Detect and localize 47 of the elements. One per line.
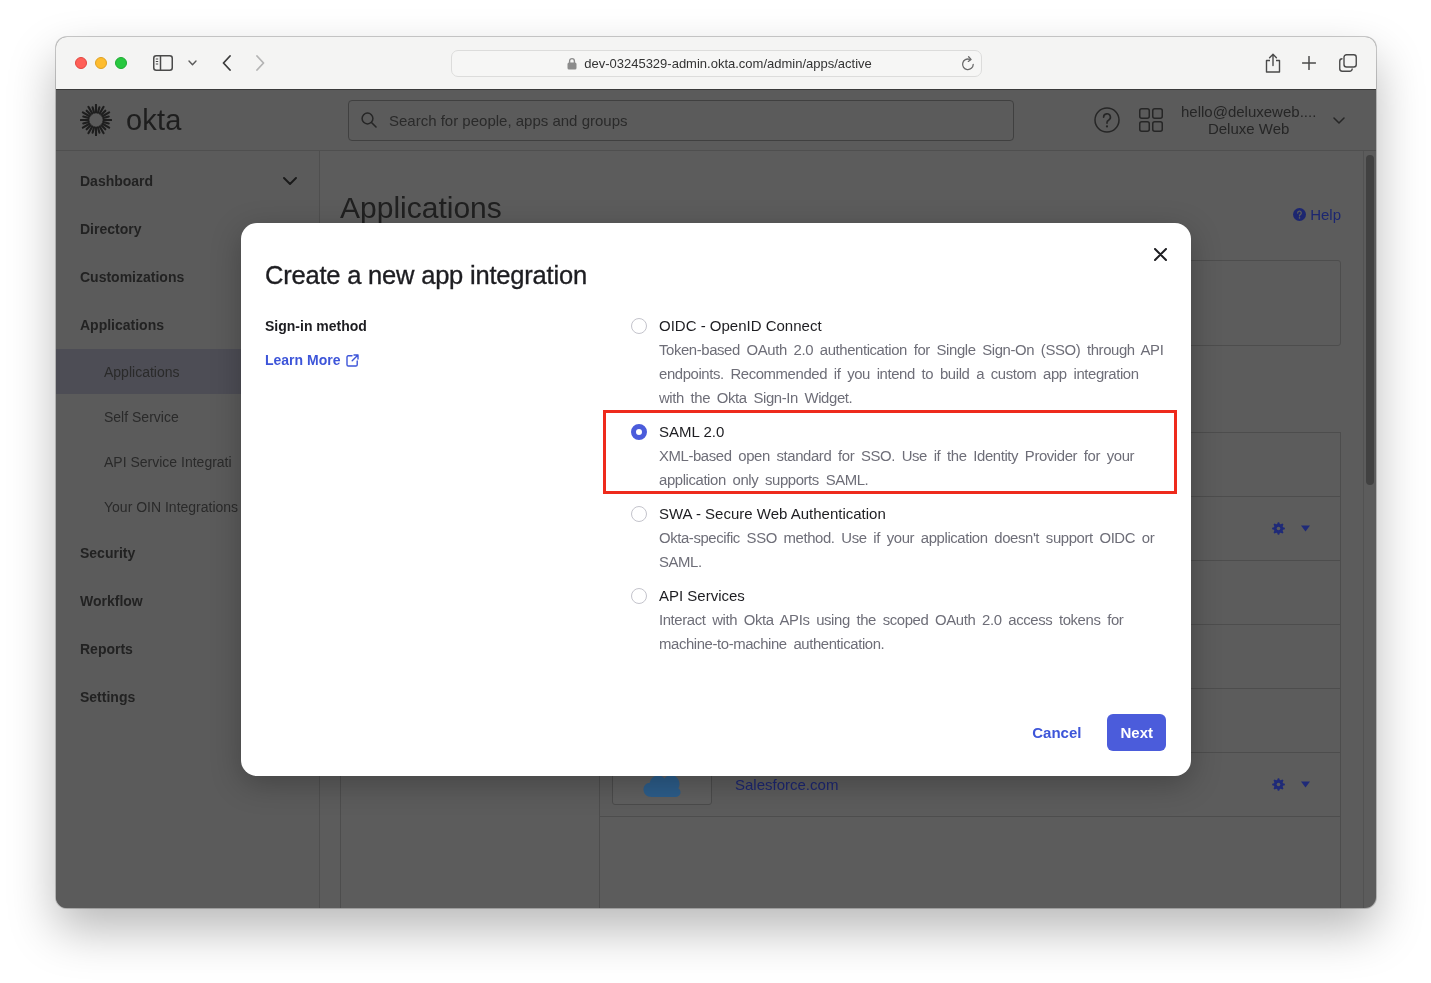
lock-icon — [567, 56, 578, 70]
option-title: API Services — [659, 586, 745, 606]
option-description: XML-based open standard for SSO. Use if the Identity Provider for your application only supports SAML. — [659, 447, 1136, 490]
chevron-down-icon[interactable] — [188, 60, 197, 66]
tab-overview-icon[interactable] — [1339, 54, 1357, 72]
back-icon[interactable] — [222, 55, 231, 71]
share-icon[interactable] — [1265, 53, 1281, 73]
new-tab-icon[interactable] — [1302, 56, 1316, 70]
caret-down-icon[interactable] — [1301, 781, 1310, 788]
minimize-window-icon[interactable] — [95, 57, 107, 69]
app-name-link[interactable]: Salesforce.com — [735, 776, 839, 793]
external-link-icon — [346, 353, 360, 367]
radio-button[interactable] — [631, 318, 647, 334]
page-heading: Applications — [340, 193, 502, 223]
next-button[interactable]: Next — [1107, 714, 1166, 751]
search-icon — [361, 111, 377, 128]
option-description: Interact with Okta APIs using the scoped OAuth 2.0 access tokens for machine-to-machine authentication. — [659, 611, 1125, 654]
option-title: SWA - Secure Web Authentication — [659, 504, 886, 524]
help-icon — [1293, 208, 1307, 221]
gear-icon[interactable] — [1272, 778, 1285, 791]
apps-grid-icon[interactable] — [1139, 108, 1163, 132]
section-label: Sign-in method — [265, 317, 367, 336]
radio-button[interactable] — [631, 424, 647, 440]
zoom-window-icon[interactable] — [115, 57, 127, 69]
option-description: Okta-specific SSO method. Use if your application doesn't support OIDC or SAML. — [659, 529, 1156, 572]
reload-icon[interactable] — [961, 55, 975, 71]
caret-down-icon[interactable] — [1301, 525, 1310, 532]
close-window-icon[interactable] — [75, 57, 87, 69]
scrollbar-thumb[interactable] — [1366, 155, 1374, 485]
close-icon — [1153, 247, 1167, 261]
dialog-title: Create a new app integration — [265, 260, 587, 291]
chevron-down-icon — [1333, 116, 1346, 124]
cancel-button[interactable]: Cancel — [1020, 714, 1094, 751]
address-bar[interactable]: dev-03245329-admin.okta.com/admin/apps/active — [451, 49, 982, 77]
gear-icon[interactable] — [1272, 522, 1285, 535]
help-link[interactable]: Help — [1293, 206, 1341, 223]
radio-button[interactable] — [631, 506, 647, 522]
radio-button[interactable] — [631, 588, 647, 604]
logo-text[interactable]: okta — [126, 103, 182, 137]
chevron-down-icon[interactable] — [283, 177, 297, 185]
option-title: SAML 2.0 — [659, 422, 725, 442]
sidebar-toggle-icon[interactable] — [153, 55, 173, 71]
sidebar-item[interactable]: Dashboard — [56, 157, 319, 205]
option-description: Token-based OAuth 2.0 authentication for Single Sign-On (SSO) through API endpoints. Recommended if you intend to build a custom app integration with the Okta Sign-In Widget. — [659, 341, 1165, 408]
sunburst-logo-icon[interactable] — [80, 104, 112, 136]
help-icon[interactable] — [1094, 107, 1120, 133]
option-title: OIDC - OpenID Connect — [659, 316, 822, 336]
